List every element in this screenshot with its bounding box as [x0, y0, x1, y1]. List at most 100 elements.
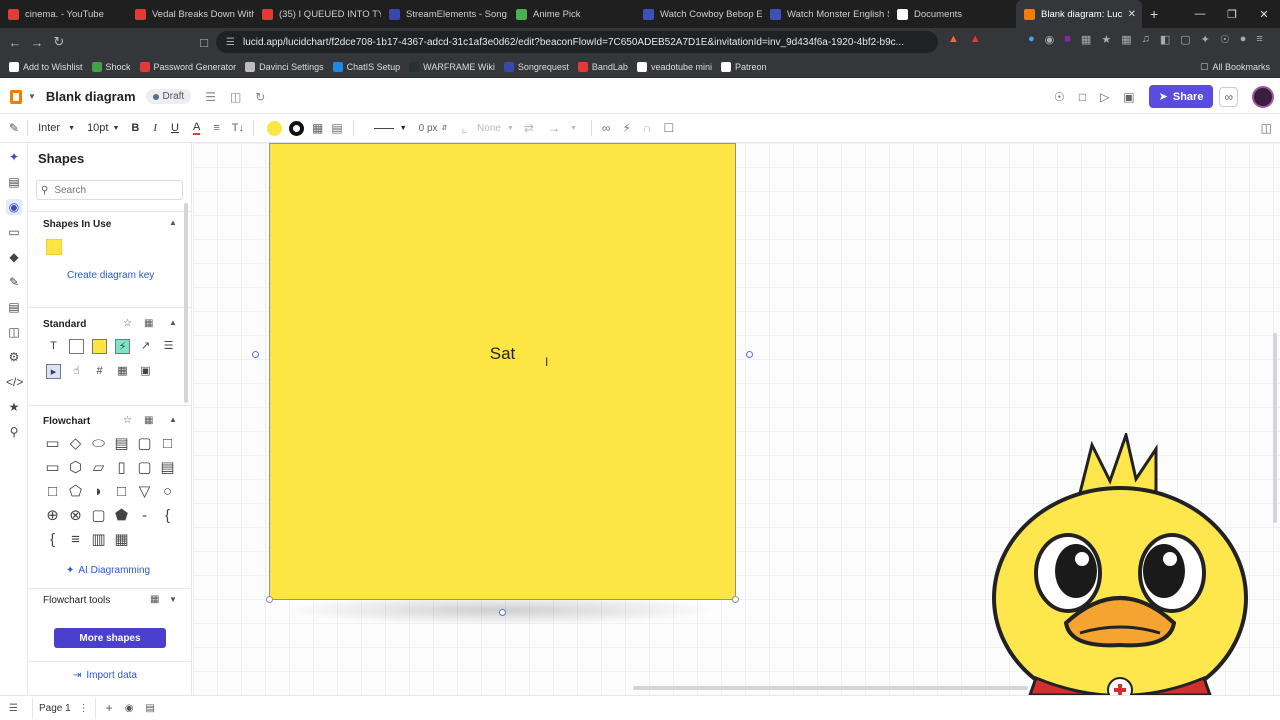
bookmark-item[interactable]: Shock [91, 61, 131, 72]
flowchart-shape-icon[interactable]: ⊗ [67, 507, 84, 524]
bold-button[interactable]: B [131, 122, 139, 134]
video-icon[interactable]: ▣ [1123, 90, 1134, 104]
more-shapes-button[interactable]: More shapes [54, 628, 166, 648]
connection-handle-bottom[interactable] [499, 609, 506, 616]
align-icon[interactable]: ≡ [213, 122, 219, 134]
flowchart-shape-icon[interactable]: ◇ [67, 435, 84, 452]
search-input[interactable]: ⚲ [36, 180, 183, 200]
note-shape-icon[interactable] [92, 339, 107, 354]
fill-icon[interactable]: ◆ [6, 249, 22, 265]
all-bookmarks[interactable]: ▢ All Bookmarks [1200, 61, 1270, 72]
diagram-canvas[interactable]: Sat I [193, 143, 1280, 695]
browser-tab[interactable]: Anime Pick [508, 0, 635, 28]
flowchart-shape-icon[interactable]: ▢ [90, 507, 107, 524]
italic-button[interactable]: I [153, 122, 157, 134]
collaborators-icon[interactable]: ☉ [1054, 90, 1065, 104]
vpn-icon[interactable]: ☉ [1220, 33, 1230, 46]
menu-icon[interactable]: ☰ [9, 703, 18, 714]
browser-tab[interactable]: Blank diagram: Lucid ✕ [1016, 0, 1142, 28]
panel-scrollbar[interactable] [184, 203, 188, 403]
integration-icon[interactable]: ⚙ [6, 349, 22, 365]
profile-icon[interactable]: ● [1240, 33, 1247, 46]
menu-icon[interactable]: ☰ [205, 90, 216, 104]
flowchart-shape-icon[interactable]: □ [159, 435, 176, 452]
share-button[interactable]: ➤ Share [1148, 85, 1214, 108]
bookmark-item[interactable]: Davinci Settings [245, 61, 324, 72]
font-size-select[interactable]: 10pt ▼ [87, 122, 119, 134]
flowchart-shape-icon[interactable]: ▥ [90, 531, 107, 548]
browser-tab[interactable]: StreamElements - Song [381, 0, 508, 28]
close-tab-icon[interactable]: ✕ [1128, 9, 1136, 20]
text-color-button[interactable]: A [193, 121, 201, 135]
minimize-icon[interactable]: — [1184, 8, 1216, 21]
lock-icon[interactable]: ☐ [664, 121, 675, 135]
menu-icon[interactable]: ≡ [1256, 33, 1262, 46]
swap-icon[interactable]: ⇄ [524, 121, 534, 135]
forward-icon[interactable]: → [26, 35, 48, 50]
reload-icon[interactable]: ↻ [48, 34, 70, 50]
action-icon[interactable]: ⚡ [622, 121, 630, 135]
corner-icon[interactable]: ⌞ [461, 121, 467, 135]
flowchart-shape-icon[interactable]: ▯ [113, 459, 130, 476]
flowchart-shape-icon[interactable]: { [159, 507, 176, 524]
text-shape-icon[interactable]: T [46, 339, 61, 354]
kebab-icon[interactable]: ⋮ [79, 703, 89, 714]
browser-tab[interactable]: Documents [889, 0, 1016, 28]
extension-icon[interactable]: ● [1028, 33, 1035, 46]
line-width-input[interactable]: 0 px ⇵ [419, 123, 448, 134]
flowchart-shape-icon[interactable]: ○ [159, 483, 176, 500]
present-icon[interactable]: ▷ [1100, 90, 1109, 104]
avatar[interactable] [1252, 85, 1274, 108]
list-shape-icon[interactable]: ☰ [161, 339, 176, 354]
site-info-icon[interactable]: ☰ [226, 37, 235, 48]
star-icon[interactable]: ☆ [123, 318, 132, 329]
sparkle-icon[interactable]: ✦ [6, 149, 22, 165]
flowchart-shape-icon[interactable]: ▭ [44, 459, 61, 476]
search-field[interactable] [54, 184, 165, 196]
bookmark-page-icon[interactable]: □ [193, 35, 215, 50]
line-end-select[interactable]: None ▼ [477, 123, 514, 134]
sync-icon[interactable]: ↻ [255, 90, 265, 104]
create-diagram-key-link[interactable]: Create diagram key [67, 270, 154, 281]
bookmark-item[interactable]: ChatIS Setup [332, 61, 400, 72]
extension-icon[interactable]: ■ [1064, 33, 1071, 46]
page-settings-icon[interactable]: ▤ [145, 703, 154, 714]
flowchart-shape-icon[interactable]: ⬭ [90, 435, 107, 452]
back-icon[interactable]: ← [4, 35, 26, 50]
address-bar[interactable]: ☰ lucid.app/lucidchart/f2dce708-1b17-436… [216, 31, 938, 53]
flowchart-shape-icon[interactable]: □ [44, 483, 61, 500]
flowchart-shape-icon[interactable]: ▢ [136, 435, 153, 452]
collapse-icon[interactable]: ▲ [169, 218, 177, 227]
text-options-icon[interactable]: T↓ [232, 122, 244, 134]
bookmark-item[interactable]: Add to Wishlist [9, 61, 83, 72]
wallet-icon[interactable]: ▢ [1180, 33, 1190, 46]
browser-tab[interactable]: cinema. - YouTube [0, 0, 127, 28]
font-select[interactable]: Inter ▼ [38, 122, 80, 134]
maximize-icon[interactable]: ❐ [1216, 8, 1248, 21]
image-shape-icon[interactable]: ▣ [138, 364, 153, 379]
star-icon[interactable]: ☆ [123, 415, 132, 426]
hotspot-shape-icon[interactable]: ☝ [69, 364, 84, 379]
link-icon[interactable]: ∞ [1219, 86, 1238, 107]
selected-rectangle-shape[interactable]: Sat [269, 143, 736, 600]
bookmark-item[interactable]: Patreon [720, 61, 767, 72]
flowchart-shape-icon[interactable]: ▢ [136, 459, 153, 476]
leo-icon[interactable]: ✦ [1201, 33, 1210, 46]
collapse-icon[interactable]: ▲ [169, 415, 177, 424]
shape-in-use-yellow[interactable] [46, 239, 62, 255]
flowchart-shape-icon[interactable]: ⬟ [113, 507, 130, 524]
frame-icon[interactable]: ▤ [6, 174, 22, 190]
browser-tab[interactable]: Vedal Breaks Down With N [127, 0, 254, 28]
line-shape-icon[interactable]: ↗ [138, 339, 153, 354]
flowchart-shape-icon[interactable]: ▤ [159, 459, 176, 476]
container-icon[interactable]: ▭ [6, 224, 22, 240]
code-icon[interactable]: </> [6, 374, 23, 390]
browser-tab[interactable]: Watch Monster English Su [762, 0, 889, 28]
trash-icon[interactable]: ▦ [150, 594, 159, 605]
trash-icon[interactable]: ▦ [144, 318, 153, 329]
bookmark-item[interactable]: WARFRAME Wiki [409, 61, 495, 72]
ai-diagramming-link[interactable]: ✦ AI Diagramming [66, 565, 150, 576]
frame-shape-icon[interactable]: ▸ [46, 364, 61, 379]
table-shape-icon[interactable]: ▦ [115, 364, 130, 379]
flowchart-shape-icon[interactable]: ⬠ [67, 483, 84, 500]
